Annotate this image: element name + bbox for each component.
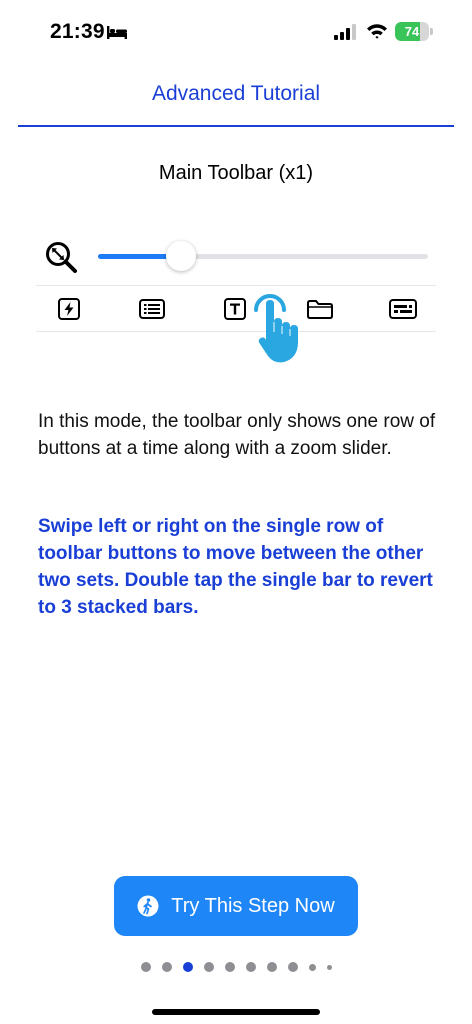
lightning-icon[interactable] <box>56 298 82 320</box>
section-title: Main Toolbar (x1) <box>158 162 314 184</box>
page-dot[interactable] <box>203 962 214 972</box>
zoom-slider[interactable] <box>98 254 428 259</box>
toolbar-divider-top <box>36 285 436 286</box>
status-time: 21:39 <box>50 20 105 43</box>
keyboard-icon[interactable] <box>389 298 417 320</box>
cellular-signal-icon <box>334 24 356 40</box>
list-icon[interactable] <box>139 298 165 320</box>
gesture-instruction: Swipe left or right on the single row of… <box>38 516 433 618</box>
battery-indicator: 74 <box>395 22 433 41</box>
page-indicator[interactable] <box>0 961 472 973</box>
zoom-slider-thumb[interactable] <box>165 241 196 271</box>
page-dot[interactable] <box>326 964 332 970</box>
battery-percent: 74 <box>404 24 420 39</box>
page-dot[interactable] <box>161 962 172 972</box>
page-dot[interactable] <box>140 962 151 972</box>
wifi-icon <box>367 24 387 39</box>
page-title: Advanced Tutorial <box>151 82 321 105</box>
zoom-icon[interactable] <box>44 240 78 274</box>
mode-description: In this mode, the toolbar only shows one… <box>38 411 436 459</box>
text-box-icon[interactable] <box>222 298 248 320</box>
try-step-label: Try This Step Now <box>171 894 335 917</box>
toolbar-divider-bottom <box>36 331 436 332</box>
tap-hand-icon <box>254 294 298 363</box>
bed-icon <box>107 26 127 39</box>
try-step-button[interactable]: Try This Step Now <box>114 876 358 936</box>
page-dot[interactable] <box>245 962 256 972</box>
walking-person-icon <box>137 895 159 917</box>
page-dot[interactable] <box>287 962 298 972</box>
home-indicator[interactable] <box>152 1009 320 1015</box>
page-dot[interactable] <box>266 962 277 972</box>
page-dot-current[interactable] <box>182 962 193 972</box>
page-dot[interactable] <box>224 962 235 972</box>
title-underline <box>18 125 454 127</box>
page-dot[interactable] <box>308 963 316 971</box>
status-bar: 21:39 74 <box>0 0 472 64</box>
